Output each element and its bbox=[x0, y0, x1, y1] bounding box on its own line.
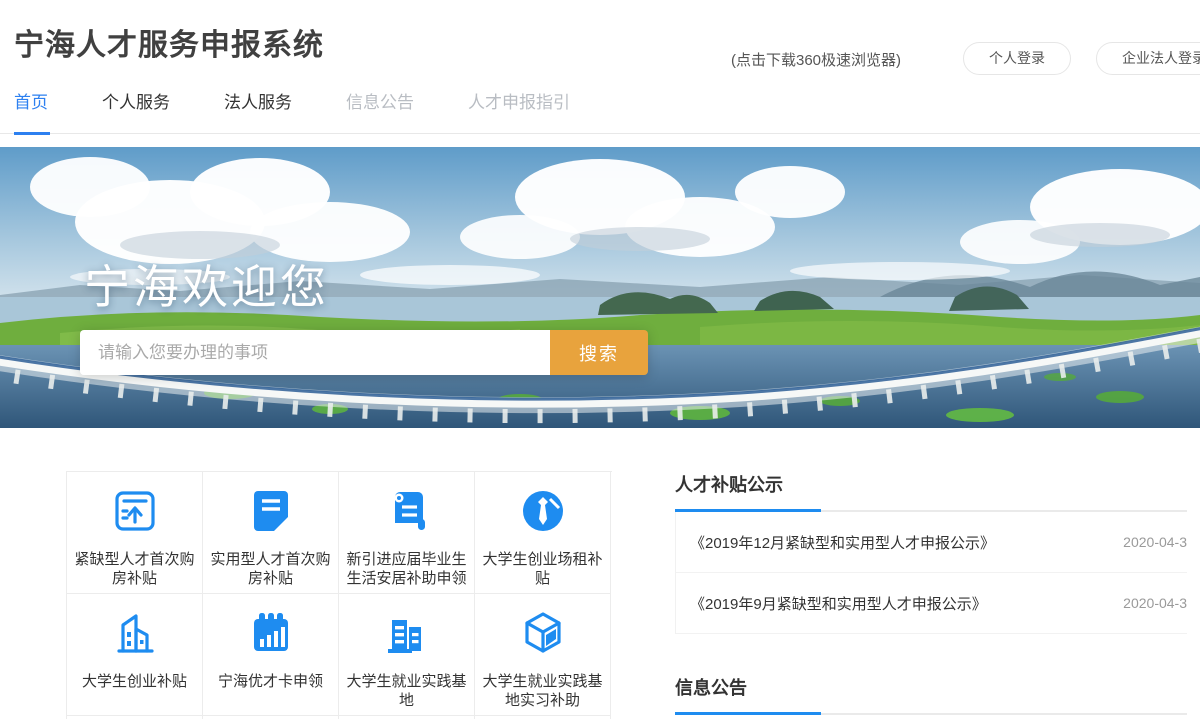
download-browser-link[interactable]: (点击下载360极速浏览器) bbox=[731, 49, 901, 70]
hero-banner: 宁海欢迎您 搜索 bbox=[0, 147, 1200, 428]
search-input[interactable] bbox=[80, 330, 550, 375]
service-item-internship-subsidy[interactable]: 大学生就业实践基地实习补助 bbox=[475, 594, 611, 716]
nav-item-personal-services[interactable]: 个人服务 bbox=[102, 88, 170, 133]
tie-badge-icon bbox=[518, 486, 568, 536]
nav-item-legal-services[interactable]: 法人服务 bbox=[224, 88, 292, 133]
buildings-solid-icon bbox=[382, 608, 432, 658]
document-icon bbox=[246, 486, 296, 536]
service-label: 大学生就业实践基地实习补助 bbox=[479, 672, 606, 710]
upload-doc-icon bbox=[110, 486, 160, 536]
subsidy-publicity-heading: 人才补贴公示 bbox=[675, 471, 1187, 512]
notice-date: 2020-04-3 bbox=[1123, 534, 1187, 550]
service-label: 大学生创业场租补贴 bbox=[479, 550, 606, 588]
notice-date: 2020-04-3 bbox=[1123, 595, 1187, 611]
list-item[interactable]: 《2019年9月紧缺型和实用型人才申报公示》 2020-04-3 bbox=[676, 573, 1187, 634]
service-item-practice-base[interactable]: 大学生就业实践基地 bbox=[339, 594, 475, 716]
nav-item-talent-guide[interactable]: 人才申报指引 bbox=[468, 88, 570, 133]
talent-card-icon bbox=[246, 608, 296, 658]
service-label: 宁海优才卡申领 bbox=[207, 672, 334, 691]
service-item-talent-card[interactable]: 宁海优才卡申领 bbox=[203, 594, 339, 716]
service-label: 紧缺型人才首次购房补贴 bbox=[71, 550, 198, 588]
enterprise-login-button[interactable]: 企业法人登录 bbox=[1096, 42, 1200, 75]
list-item[interactable]: 《2019年12月紧缺型和实用型人才申报公示》 2020-04-3 bbox=[676, 512, 1187, 573]
service-item-startup-rent[interactable]: 大学生创业场租补贴 bbox=[475, 472, 611, 594]
welcome-headline: 宁海欢迎您 bbox=[84, 261, 329, 313]
top-bar: 宁海人才服务申报系统 (点击下载360极速浏览器) 个人登录 企业法人登录 bbox=[0, 0, 1200, 88]
nav-item-announcements[interactable]: 信息公告 bbox=[346, 88, 414, 133]
buildings-outline-icon bbox=[110, 608, 160, 658]
search-button[interactable]: 搜索 bbox=[550, 330, 648, 375]
search-bar: 搜索 bbox=[80, 330, 648, 375]
site-title: 宁海人才服务申报系统 bbox=[14, 29, 324, 62]
main-content: 紧缺型人才首次购房补贴 实用型人才首次购房补贴 新引进应届毕业生生活安居补助申领 bbox=[0, 471, 1200, 719]
info-announcement-heading: 信息公告 bbox=[675, 674, 1187, 715]
service-item-graduate-settlement[interactable]: 新引进应届毕业生生活安居补助申领 bbox=[339, 472, 475, 594]
service-label: 实用型人才首次购房补贴 bbox=[207, 550, 334, 588]
main-nav: 首页 个人服务 法人服务 信息公告 人才申报指引 bbox=[0, 88, 1200, 135]
scroll-icon bbox=[382, 486, 432, 536]
cube-icon bbox=[518, 608, 568, 658]
notice-title: 《2019年12月紧缺型和实用型人才申报公示》 bbox=[690, 534, 996, 552]
service-item-shortage-housing[interactable]: 紧缺型人才首次购房补贴 bbox=[67, 472, 203, 594]
nav-item-home[interactable]: 首页 bbox=[14, 88, 50, 135]
subsidy-publicity-list: 《2019年12月紧缺型和实用型人才申报公示》 2020-04-3 《2019年… bbox=[675, 512, 1187, 634]
service-label: 大学生就业实践基地 bbox=[343, 672, 470, 710]
service-label: 大学生创业补贴 bbox=[71, 672, 198, 691]
right-panel: 人才补贴公示 《2019年12月紧缺型和实用型人才申报公示》 2020-04-3… bbox=[675, 471, 1187, 715]
personal-login-button[interactable]: 个人登录 bbox=[963, 42, 1071, 75]
service-item-practical-housing[interactable]: 实用型人才首次购房补贴 bbox=[203, 472, 339, 594]
notice-title: 《2019年9月紧缺型和实用型人才申报公示》 bbox=[690, 595, 987, 613]
service-label: 新引进应届毕业生生活安居补助申领 bbox=[343, 550, 470, 588]
service-item-startup-subsidy[interactable]: 大学生创业补贴 bbox=[67, 594, 203, 716]
service-grid: 紧缺型人才首次购房补贴 实用型人才首次购房补贴 新引进应届毕业生生活安居补助申领 bbox=[66, 471, 612, 719]
